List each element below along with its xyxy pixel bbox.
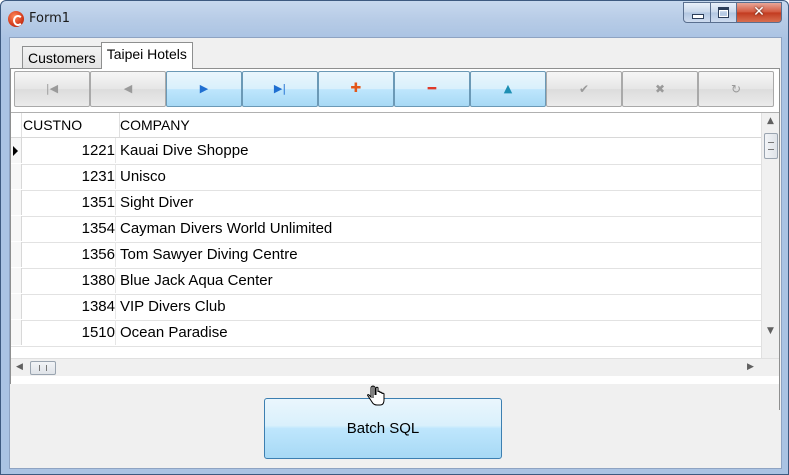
vertical-scroll-thumb[interactable]: [764, 133, 778, 159]
insert-record-icon: ✚: [350, 81, 362, 96]
tab-taipei-hotels[interactable]: Taipei Hotels: [100, 42, 193, 69]
row-indicator[interactable]: [11, 164, 22, 189]
row-indicator[interactable]: [11, 242, 22, 267]
page-control-tabs: Customers Taipei Hotels: [22, 42, 193, 69]
cell-custno[interactable]: 1354: [22, 216, 116, 241]
cell-company[interactable]: Ocean Paradise: [120, 320, 760, 345]
cell-company[interactable]: Unisco: [120, 164, 760, 189]
table-row[interactable]: 1351 Sight Diver: [11, 190, 761, 217]
main-window: Form1 ✕ Customers Taipei Hotels |◀ ◀ ▶ ▶| ✚ ━…: [0, 0, 789, 475]
cell-custno[interactable]: 1231: [22, 164, 116, 189]
row-indicator[interactable]: [11, 190, 22, 215]
indicator-header: [11, 113, 22, 137]
nav-insert-button[interactable]: ✚: [318, 71, 394, 107]
cell-custno[interactable]: 1351: [22, 190, 116, 215]
nav-cancel-button[interactable]: ✖: [622, 71, 698, 107]
nav-delete-button[interactable]: ━: [394, 71, 470, 107]
column-header-custno[interactable]: CUSTNO: [23, 113, 120, 137]
cell-custno[interactable]: 1221: [22, 138, 116, 163]
refresh-data-icon: ↻: [730, 82, 742, 96]
nav-prior-button[interactable]: ◀: [90, 71, 166, 107]
scroll-down-icon[interactable]: ▼: [762, 323, 779, 340]
row-indicator[interactable]: [11, 320, 22, 345]
table-row[interactable]: 1231 Unisco: [11, 164, 761, 191]
tab-sheet: |◀ ◀ ▶ ▶| ✚ ━ ▲ ✔ ✖ ↻ CUSTNO COMPANY 1221 Kauai Di…: [10, 68, 780, 410]
title-bar[interactable]: Form1 ✕: [1, 1, 788, 37]
table-row[interactable]: 1354 Cayman Divers World Unlimited: [11, 216, 761, 243]
nav-post-button[interactable]: ✔: [546, 71, 622, 107]
nav-refresh-button[interactable]: ↻: [698, 71, 774, 107]
nav-first-button[interactable]: |◀: [14, 71, 90, 107]
window-title: Form1: [29, 11, 71, 26]
table-row[interactable]: 1510 Ocean Paradise: [11, 320, 761, 347]
row-indicator[interactable]: [11, 294, 22, 319]
cell-company[interactable]: Kauai Dive Shoppe: [120, 138, 760, 163]
cell-company[interactable]: Cayman Divers World Unlimited: [120, 216, 760, 241]
minimize-button[interactable]: [683, 2, 711, 23]
delete-record-icon: ━: [427, 81, 437, 97]
mouse-cursor-icon: [367, 385, 385, 406]
horizontal-scroll-thumb[interactable]: [30, 361, 56, 375]
next-record-icon: ▶: [199, 82, 209, 95]
cell-custno[interactable]: 1384: [22, 294, 116, 319]
table-row[interactable]: 1384 VIP Divers Club: [11, 294, 761, 321]
nav-edit-button[interactable]: ▲: [470, 71, 546, 107]
scroll-up-icon[interactable]: ▲: [762, 113, 779, 130]
horizontal-scrollbar[interactable]: ◀ ▶: [11, 358, 779, 376]
cell-company[interactable]: Sight Diver: [120, 190, 760, 215]
scrollbar-corner: [762, 359, 779, 376]
app-icon[interactable]: [8, 11, 24, 27]
current-row-indicator-icon[interactable]: [11, 138, 22, 163]
cell-custno[interactable]: 1356: [22, 242, 116, 267]
cell-company[interactable]: VIP Divers Club: [120, 294, 760, 319]
table-row[interactable]: 1356 Tom Sawyer Diving Centre: [11, 242, 761, 269]
cell-company[interactable]: Blue Jack Aqua Center: [120, 268, 760, 293]
vertical-scrollbar[interactable]: ▲ ▼: [761, 113, 779, 358]
table-row[interactable]: 1380 Blue Jack Aqua Center: [11, 268, 761, 295]
nav-last-button[interactable]: ▶|: [242, 71, 318, 107]
grid-header: CUSTNO COMPANY: [11, 113, 761, 138]
cell-custno[interactable]: 1380: [22, 268, 116, 293]
bottom-panel: Batch SQL: [10, 384, 779, 468]
table-row[interactable]: 1221 Kauai Dive Shoppe: [11, 138, 761, 165]
caption-buttons: ✕: [683, 2, 782, 23]
edit-record-icon: ▲: [503, 82, 513, 95]
close-icon: ✕: [753, 4, 765, 20]
cell-custno[interactable]: 1510: [22, 320, 116, 345]
maximize-button[interactable]: [711, 2, 737, 23]
cell-company[interactable]: Tom Sawyer Diving Centre: [120, 242, 760, 267]
column-header-company[interactable]: COMPANY: [120, 113, 760, 137]
tab-customers[interactable]: Customers: [22, 46, 102, 69]
scroll-left-icon[interactable]: ◀: [11, 359, 28, 376]
row-indicator[interactable]: [11, 216, 22, 241]
close-button[interactable]: ✕: [737, 2, 782, 23]
nav-next-button[interactable]: ▶: [166, 71, 242, 107]
first-record-icon: |◀: [45, 82, 59, 95]
client-area: Customers Taipei Hotels |◀ ◀ ▶ ▶| ✚ ━ ▲ ✔ ✖ ↻ CUS…: [9, 37, 782, 469]
db-navigator: |◀ ◀ ▶ ▶| ✚ ━ ▲ ✔ ✖ ↻: [14, 71, 776, 109]
row-indicator[interactable]: [11, 268, 22, 293]
scroll-right-icon[interactable]: ▶: [742, 359, 759, 376]
db-grid[interactable]: CUSTNO COMPANY 1221 Kauai Dive Shoppe 1231…: [11, 112, 779, 410]
cancel-edit-icon: ✖: [654, 82, 666, 96]
last-record-icon: ▶|: [273, 82, 287, 95]
post-edit-icon: ✔: [578, 82, 590, 96]
prior-record-icon: ◀: [123, 82, 133, 95]
